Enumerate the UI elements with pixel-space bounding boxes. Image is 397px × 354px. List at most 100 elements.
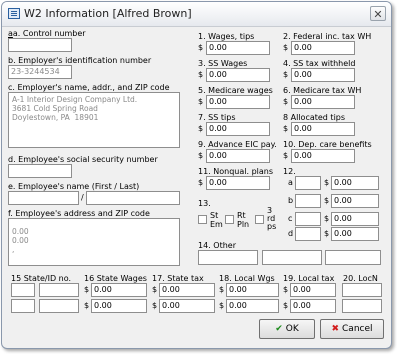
box6-currency: $ [283, 97, 289, 106]
control-number-label: aa. Control number [8, 29, 86, 38]
cancel-x-icon: ✖ [331, 324, 340, 334]
box8-label: 8 Allocated tips [283, 113, 346, 122]
box15-state-id-1[interactable] [39, 283, 79, 297]
box14-other-input-1[interactable] [198, 250, 258, 265]
box12-row-d-letter: d [288, 229, 294, 238]
box8-allocated-tips-input[interactable]: 0.00 [291, 122, 355, 136]
box14-other-input-2[interactable] [262, 250, 322, 265]
box16-state-wages-1[interactable]: 0.00 [91, 283, 147, 297]
box12-row-d-currency: $ [324, 229, 330, 238]
box20-locality-1[interactable] [342, 283, 382, 297]
employer-name-address-field[interactable]: A-1 Interior Design Company Ltd. 3681 Co… [8, 92, 180, 148]
box1-wages-input[interactable]: 0.00 [206, 41, 270, 55]
box7-currency: $ [198, 124, 204, 133]
box11-nonqual-input[interactable]: 0.00 [206, 176, 270, 190]
box18-label: 18. Local Wgs [219, 274, 275, 283]
third-party-sick-pay-checkbox[interactable] [255, 215, 264, 224]
box4-label: 4. SS tax withheld [283, 59, 356, 68]
box20-locality-2[interactable] [342, 299, 382, 313]
box6-medicare-tax-input[interactable]: 0.00 [291, 95, 355, 109]
box4-ss-tax-input[interactable]: 0.00 [291, 68, 355, 82]
box11-currency: $ [198, 178, 204, 187]
box19-currency-1: $ [283, 285, 289, 294]
employee-address-label: f. Employee's address and ZIP code [8, 209, 150, 218]
box15-state-id-2[interactable] [39, 299, 79, 313]
box11-label: 11. Nonqual. plans [198, 167, 274, 176]
box5-label: 5. Medicare wages [198, 86, 273, 95]
employee-ssn-input[interactable] [8, 164, 72, 178]
third-party-sick-pay-label: 3rd ps [267, 207, 276, 231]
statutory-employee-checkbox[interactable] [198, 215, 207, 224]
box1-label: 1. Wages, tips [198, 32, 255, 41]
box18-local-wages-2[interactable]: 0.00 [226, 299, 279, 313]
box12-row-d-amount-input[interactable]: 0.00 [331, 227, 379, 241]
box19-label: 19. Local tax [283, 274, 335, 283]
employee-last-name-input[interactable] [86, 191, 180, 205]
box12-row-b-letter: b [288, 196, 294, 205]
pln-text: Pln [237, 220, 250, 229]
box17-state-tax-2[interactable]: 0.00 [159, 299, 215, 313]
box16-state-wages-2[interactable]: 0.00 [91, 299, 147, 313]
box12-row-a-code-input[interactable] [295, 176, 321, 190]
box9-eic-input[interactable]: 0.00 [206, 149, 270, 163]
ps-text: ps [267, 222, 277, 231]
box12-row-a-amount-input[interactable]: 0.00 [331, 176, 379, 190]
box7-ss-tips-input[interactable]: 0.00 [206, 122, 270, 136]
box17-currency-2: $ [152, 301, 158, 310]
employee-ssn-label: d. Employee's social security number [8, 155, 158, 164]
employer-name-label: c. Employer's name, addr., and ZIP code [8, 83, 170, 92]
employee-address-field[interactable]: 0.00 0.00 , [8, 218, 180, 266]
box10-dep-care-input[interactable]: 0.00 [291, 149, 355, 163]
box9-label: 9. Advance EIC pay. [198, 140, 277, 149]
box2-federal-tax-input[interactable]: 0.00 [291, 41, 355, 55]
box8-currency: $ [283, 124, 289, 133]
box12-row-c-currency: $ [324, 214, 330, 223]
employer-id-input[interactable]: 23-3244534 [8, 65, 72, 79]
cancel-button-label: Cancel [342, 324, 373, 334]
control-number-label-text: a. Control number [12, 29, 86, 38]
cancel-button[interactable]: ✖ Cancel [320, 319, 384, 339]
ok-button[interactable]: ✔ OK [259, 319, 315, 339]
box5-currency: $ [198, 97, 204, 106]
box13-label: 13. [198, 199, 211, 208]
em-text: Em [210, 220, 223, 229]
box18-local-wages-1[interactable]: 0.00 [226, 283, 279, 297]
box3-currency: $ [198, 70, 204, 79]
box12-row-c-code-input[interactable] [295, 212, 321, 226]
retirement-plan-checkbox[interactable] [225, 215, 234, 224]
box1-currency: $ [198, 43, 204, 52]
box19-local-tax-1[interactable]: 0.00 [290, 283, 336, 297]
box3-ss-wages-input[interactable]: 0.00 [206, 68, 270, 82]
box15-state-1[interactable] [11, 283, 35, 297]
box17-label: 17. State tax [152, 274, 204, 283]
box19-local-tax-2[interactable]: 0.00 [290, 299, 336, 313]
box16-currency-1: $ [84, 285, 90, 294]
form-icon [8, 8, 20, 19]
box3-label: 3. SS Wages [198, 59, 248, 68]
box14-other-input-3[interactable] [325, 250, 381, 265]
box4-currency: $ [283, 70, 289, 79]
box2-currency: $ [283, 43, 289, 52]
box12-row-a-currency: $ [324, 178, 330, 187]
box12-row-c-amount-input[interactable]: 0.00 [331, 212, 379, 226]
box20-label: 20. LocN [343, 274, 378, 283]
box2-label: 2. Federal inc. tax WH [283, 32, 372, 41]
statutory-employee-label: St Em [210, 211, 223, 229]
box12-row-b-currency: $ [324, 196, 330, 205]
box12-row-b-code-input[interactable] [295, 194, 321, 208]
window-title: W2 Information [Alfred Brown] [24, 7, 192, 20]
check-icon: ✔ [275, 324, 283, 334]
box12-row-b-amount-input[interactable]: 0.00 [331, 194, 379, 208]
control-number-input[interactable] [8, 38, 72, 52]
box18-currency-1: $ [219, 285, 225, 294]
close-button[interactable]: ✕ [370, 6, 386, 21]
st-text: St [210, 211, 219, 220]
box12-row-a-letter: a [288, 178, 293, 187]
box15-state-2[interactable] [11, 299, 35, 313]
box5-medicare-wages-input[interactable]: 0.00 [206, 95, 270, 109]
employee-first-name-input[interactable] [8, 191, 79, 205]
w2-dialog: W2 Information [Alfred Brown] ✕ aa. Cont… [1, 1, 392, 349]
retirement-plan-label: Rt Pln [237, 211, 249, 229]
box17-state-tax-1[interactable]: 0.00 [159, 283, 215, 297]
box12-row-d-code-input[interactable] [295, 227, 321, 241]
